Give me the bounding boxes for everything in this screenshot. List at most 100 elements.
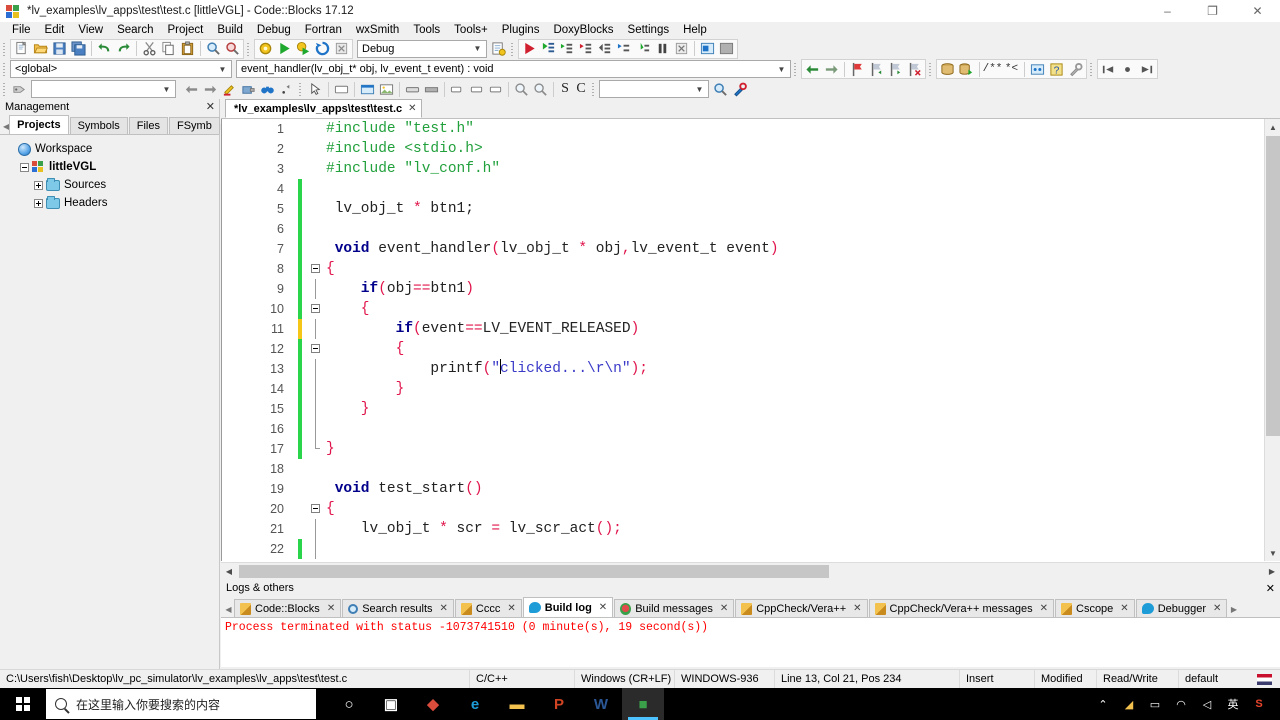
menu-item-build[interactable]: Build — [210, 23, 250, 37]
fold-margin[interactable] — [308, 359, 326, 379]
windows-start-icon[interactable] — [0, 688, 46, 720]
debug-continue-icon[interactable] — [520, 40, 539, 58]
debug-next-instruction-icon[interactable] — [615, 40, 634, 58]
debug-step-into-instruction-icon[interactable] — [634, 40, 653, 58]
close-icon[interactable]: ✕ — [507, 603, 515, 614]
code-line[interactable]: 7 void event_handler(lv_obj_t * obj,lv_e… — [222, 239, 779, 259]
close-icon[interactable]: ✕ — [440, 603, 448, 614]
menu-item-plugins[interactable]: Plugins — [495, 23, 547, 37]
code-line[interactable]: 18 — [222, 459, 779, 479]
code-line[interactable]: 10 { — [222, 299, 779, 319]
code-line[interactable]: 9 if(obj==btn1) — [222, 279, 779, 299]
fold-margin[interactable] — [308, 179, 326, 199]
debug-step-out-icon[interactable] — [596, 40, 615, 58]
code-line[interactable]: 4 — [222, 179, 779, 199]
expand-icon[interactable] — [34, 180, 43, 190]
dialog-icon[interactable] — [358, 80, 377, 98]
prev-icon[interactable] — [182, 80, 201, 98]
management-tab-projects[interactable]: Projects — [9, 115, 69, 134]
browse-mark-icon[interactable] — [1118, 60, 1137, 78]
toolbar-grip-8[interactable] — [2, 81, 8, 97]
scope-combo[interactable]: <global> ▼ — [10, 60, 232, 78]
editor-vertical-scrollbar[interactable]: ▲ ▼ — [1264, 119, 1280, 561]
toggle-bookmark-icon[interactable] — [848, 60, 867, 78]
code-line[interactable]: 14 } — [222, 379, 779, 399]
menu-item-project[interactable]: Project — [161, 23, 211, 37]
debug-step-into-icon[interactable] — [577, 40, 596, 58]
scroll-right-icon[interactable]: ▶ — [1228, 601, 1239, 617]
next-bookmark-icon[interactable] — [886, 60, 905, 78]
vertical-scroll-thumb[interactable] — [1266, 136, 1280, 436]
run-icon[interactable] — [275, 40, 294, 58]
debug-run-to-cursor-icon[interactable] — [539, 40, 558, 58]
chevron-down-icon[interactable]: ▼ — [160, 81, 173, 97]
toolbar-grip-5[interactable] — [793, 61, 799, 77]
wifi-icon[interactable]: ◠ — [1168, 688, 1194, 720]
menu-item-view[interactable]: View — [71, 23, 110, 37]
back-icon[interactable] — [803, 60, 822, 78]
ime-language-icon[interactable]: 英 — [1220, 688, 1246, 720]
close-icon[interactable]: ✕ — [206, 101, 215, 113]
fold-margin[interactable] — [308, 379, 326, 399]
fold-margin[interactable] — [308, 459, 326, 479]
fold-margin[interactable] — [308, 239, 326, 259]
save-icon[interactable] — [50, 40, 69, 58]
management-tab-files[interactable]: Files — [128, 117, 168, 134]
scroll-left-icon[interactable]: ◀ — [223, 601, 234, 617]
maximize-button[interactable]: ❐ — [1190, 0, 1235, 22]
fold-margin[interactable] — [308, 279, 326, 299]
new-file-icon[interactable] — [12, 40, 31, 58]
fold-margin[interactable] — [308, 439, 326, 459]
code-line[interactable]: 5 lv_obj_t * btn1; — [222, 199, 779, 219]
close-icon[interactable]: ✕ — [599, 602, 607, 613]
chevron-down-icon[interactable]: ▼ — [471, 41, 484, 57]
debugging-windows-icon[interactable] — [698, 40, 717, 58]
block-comment-icon[interactable]: /** — [983, 60, 1003, 78]
code-line[interactable]: 20 { — [222, 499, 779, 519]
scroll-up-icon[interactable]: ▲ — [1265, 119, 1280, 135]
various-info-icon[interactable] — [717, 40, 736, 58]
doxywizard-icon[interactable] — [1028, 60, 1047, 78]
collapse-icon[interactable] — [20, 162, 29, 172]
close-icon[interactable]: ✕ — [327, 603, 335, 614]
code-line[interactable]: 16 — [222, 419, 779, 439]
horizontal-scroll-thumb[interactable] — [239, 565, 829, 578]
code-line[interactable]: 11 if(event==LV_EVENT_RELEASED) — [222, 319, 779, 339]
menu-item-doxyblocks[interactable]: DoxyBlocks — [546, 23, 620, 37]
search-input[interactable]: ▼ — [599, 80, 709, 98]
doxyblocks-run-icon[interactable] — [938, 60, 957, 78]
scroll-right-icon[interactable]: ▶ — [1264, 563, 1280, 579]
battery-icon[interactable]: ▭ — [1142, 688, 1168, 720]
menu-item-wxsmith[interactable]: wxSmith — [349, 23, 406, 37]
toolbar-grip-4[interactable] — [2, 61, 8, 77]
menu-item-tools-[interactable]: Tools+ — [447, 23, 495, 37]
chevron-down-icon[interactable]: ▼ — [693, 81, 706, 97]
chevron-down-icon[interactable]: ▼ — [216, 61, 229, 77]
editor-tab-testc[interactable]: *lv_examples\lv_apps\test\test.c ✕ — [225, 99, 422, 118]
log-tab-search-results[interactable]: Search results ✕ — [342, 599, 454, 617]
zoom-in-icon[interactable] — [512, 80, 531, 98]
tree-item-sources[interactable]: Sources — [6, 177, 219, 193]
toolbar-grip-2[interactable] — [246, 40, 252, 57]
management-tab-fsymb[interactable]: FSymb — [169, 117, 220, 134]
menu-item-settings[interactable]: Settings — [621, 23, 677, 37]
build-target-options-icon[interactable] — [489, 40, 508, 58]
toolbar-grip-9[interactable] — [298, 81, 304, 97]
code-line[interactable]: 13 printf("clicked...\r\n"); — [222, 359, 779, 379]
powerpoint-icon[interactable]: P — [538, 688, 580, 720]
next-icon[interactable] — [201, 80, 220, 98]
management-tab-symbols[interactable]: Symbols — [69, 117, 128, 134]
log-tab-build-log[interactable]: Build log ✕ — [522, 597, 614, 617]
fold-margin[interactable] — [308, 539, 326, 559]
letter-c-icon[interactable]: C — [573, 80, 589, 98]
editor-horizontal-scrollbar[interactable]: ◀ ▶ — [221, 562, 1280, 579]
forward-icon[interactable] — [822, 60, 841, 78]
fold-margin[interactable] — [308, 339, 326, 359]
close-icon[interactable]: ✕ — [1266, 582, 1275, 595]
chevron-down-icon[interactable]: ▼ — [775, 61, 788, 77]
word-icon[interactable]: W — [580, 688, 622, 720]
fold-margin[interactable] — [308, 419, 326, 439]
toolbar-grip-6[interactable] — [928, 61, 934, 77]
abort-icon[interactable] — [332, 40, 351, 58]
close-icon[interactable]: ✕ — [1120, 603, 1128, 614]
